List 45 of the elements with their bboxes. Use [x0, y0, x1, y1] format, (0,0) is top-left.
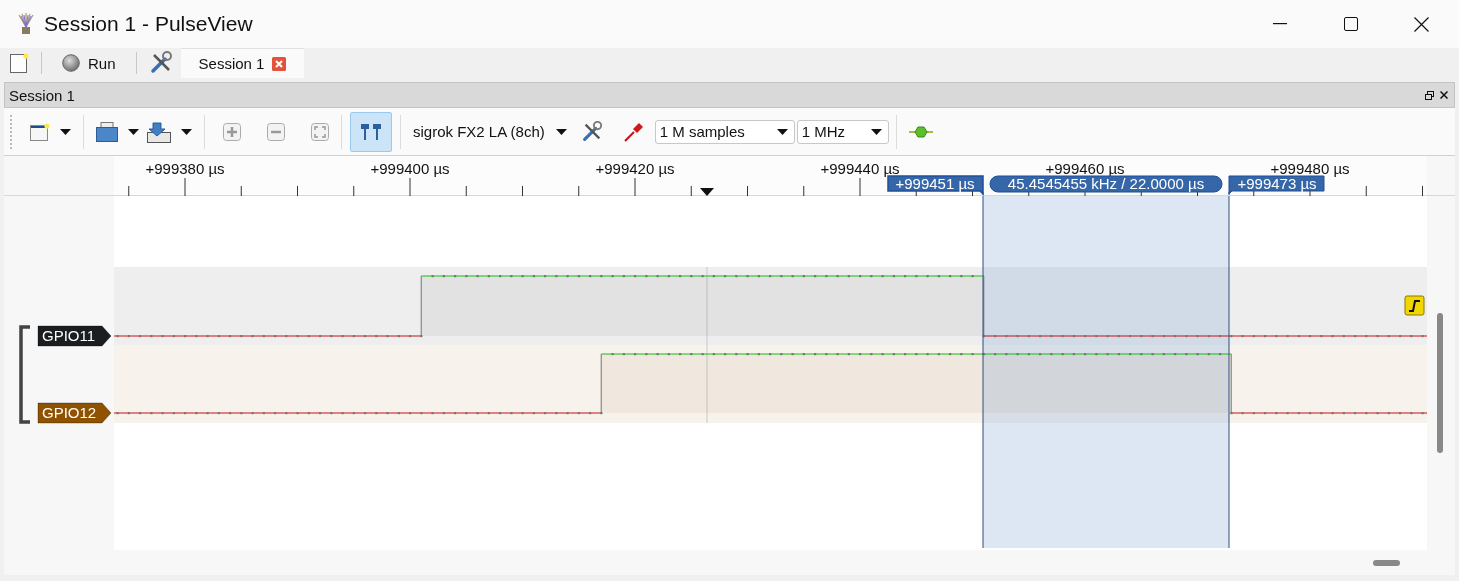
caret-icon: [60, 128, 71, 135]
session-tab[interactable]: Session 1: [180, 48, 305, 78]
zoom-fit-icon: [311, 122, 329, 141]
cursor-toggle-button[interactable]: [350, 111, 392, 152]
sample-rate-dropdown[interactable]: 1 MHz: [796, 119, 889, 144]
caret-icon: [870, 128, 882, 135]
new-document-icon[interactable]: [10, 53, 29, 73]
close-icon: [1414, 16, 1429, 32]
tools-icon[interactable]: [148, 51, 173, 75]
close-icon[interactable]: [1440, 91, 1448, 99]
caret-icon: [181, 128, 192, 135]
channel-label[interactable]: GPIO11: [37, 325, 112, 347]
folder-icon: [96, 121, 118, 142]
tools-icon[interactable]: [580, 120, 603, 143]
float-icon[interactable]: [1425, 90, 1434, 100]
zoom-out-icon: [267, 122, 285, 141]
save-icon: [147, 120, 171, 143]
time-label: +999480 µs: [1270, 160, 1350, 177]
time-label: +999420 µs: [595, 160, 675, 177]
cursor-measurement: 45.4545455 kHz / 22.0000 µs: [989, 175, 1223, 193]
scrollbar-thumb[interactable]: [1373, 560, 1400, 566]
run-button[interactable]: Run: [54, 49, 124, 77]
decoder-icon[interactable]: [908, 124, 933, 139]
channel-label[interactable]: GPIO12: [37, 402, 112, 424]
probe-icon[interactable]: [622, 120, 645, 143]
new-document-icon: [30, 122, 50, 141]
time-label: +999380 µs: [145, 160, 225, 177]
sample-count-dropdown[interactable]: 1 M samples: [654, 119, 795, 144]
app-icon: [16, 13, 36, 35]
caret-icon: [555, 128, 567, 135]
record-icon: [62, 54, 80, 72]
time-label: +999400 µs: [370, 160, 450, 177]
minimize-icon: [1272, 23, 1287, 25]
trigger-edge-icon[interactable]: [1404, 295, 1425, 316]
maximize-icon: [1343, 17, 1358, 31]
time-label: +999460 µs: [1045, 160, 1125, 177]
cursors-icon: [360, 122, 382, 141]
window-title: Session 1 - PulseView: [44, 12, 253, 36]
caret-icon: [128, 128, 139, 135]
caret-icon: [776, 128, 788, 135]
dock-title: Session 1: [9, 86, 75, 104]
time-label: +999440 µs: [820, 160, 900, 177]
scrollbar-thumb[interactable]: [1437, 313, 1443, 453]
device-selector[interactable]: sigrok FX2 LA (8ch): [409, 113, 571, 150]
zoom-in-icon: [223, 122, 241, 141]
